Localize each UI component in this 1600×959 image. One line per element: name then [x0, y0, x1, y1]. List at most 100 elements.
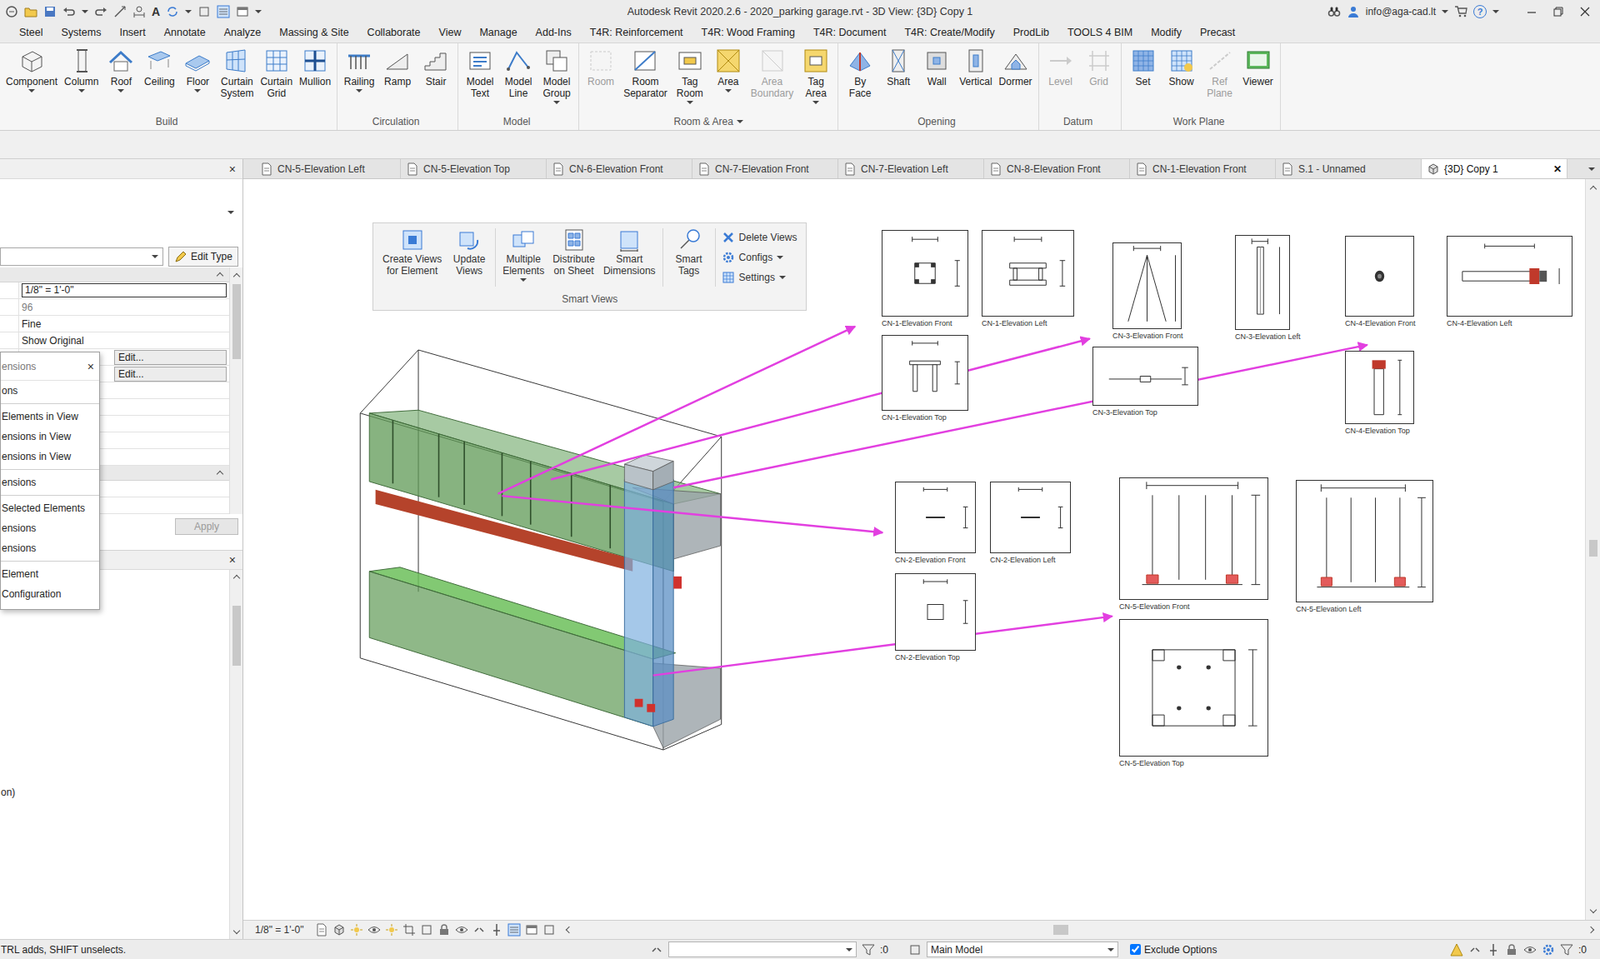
- ribbon-button[interactable]: Model Text: [460, 43, 500, 114]
- collapse-icon[interactable]: [216, 470, 224, 478]
- ribbon-button[interactable]: Room Separator: [620, 43, 671, 114]
- dropdown-arrow-icon[interactable]: [845, 948, 853, 952]
- dropdown-arrow-icon[interactable]: [520, 278, 527, 282]
- dropdown-arrow-icon[interactable]: [78, 89, 85, 93]
- user-account[interactable]: info@aga-cad.lt: [1365, 4, 1436, 20]
- ribbon-tab[interactable]: Collaborate: [358, 25, 430, 41]
- menu-item[interactable]: Elements in View: [0, 406, 100, 427]
- type-dropdown[interactable]: [0, 247, 164, 266]
- ribbon-tab[interactable]: Analyze: [215, 25, 270, 41]
- view-thumbnail[interactable]: [1345, 235, 1415, 317]
- ribbon-button[interactable]: Tag Area: [796, 43, 835, 114]
- ribbon-button[interactable]: Area: [709, 43, 748, 114]
- view-thumbnail[interactable]: [881, 230, 969, 317]
- ribbon-tab[interactable]: Steel: [10, 25, 53, 41]
- workset-dropdown[interactable]: [668, 941, 857, 958]
- view-thumbnail[interactable]: [1235, 235, 1290, 330]
- ribbon-button[interactable]: Ceiling: [140, 43, 179, 114]
- scroll-up-icon[interactable]: [1589, 185, 1596, 193]
- ribbon-tab[interactable]: Annotate: [155, 25, 215, 41]
- view-thumbnail[interactable]: [990, 481, 1071, 554]
- ribbon-tab[interactable]: ProdLib: [1004, 25, 1059, 41]
- dropdown-arrow-icon[interactable]: [355, 89, 363, 93]
- scroll-down-icon[interactable]: [1589, 906, 1596, 914]
- close-button[interactable]: ×: [229, 554, 236, 566]
- smart-view-button[interactable]: Distribute on Sheet: [548, 228, 600, 283]
- menu-item[interactable]: ensions: [0, 518, 100, 539]
- dropdown-arrow-icon[interactable]: [553, 100, 560, 105]
- collapse-icon[interactable]: [216, 272, 224, 280]
- view-thumbnail[interactable]: [1119, 619, 1269, 757]
- ribbon-button[interactable]: Model Line: [499, 43, 538, 114]
- scroll-thumb[interactable]: [1589, 540, 1598, 557]
- scroll-down-icon[interactable]: [232, 927, 240, 935]
- view-tab[interactable]: CN-6-Elevation Front: [546, 159, 693, 179]
- ribbon-tab[interactable]: Add-Ins: [526, 25, 581, 41]
- scroll-thumb[interactable]: [232, 284, 241, 360]
- scroll-thumb[interactable]: [1053, 925, 1069, 935]
- browser-item[interactable]: on): [0, 785, 230, 800]
- ribbon-tab[interactable]: T4R: Reinforcement: [580, 25, 693, 41]
- smart-view-button[interactable]: Smart Dimensions: [599, 228, 660, 283]
- tabs-menu-button[interactable]: [1583, 159, 1600, 179]
- ribbon-button[interactable]: Wall: [917, 43, 956, 114]
- dropdown-arrow-icon[interactable]: [736, 120, 744, 124]
- view-tab[interactable]: CN-7-Elevation Left: [838, 159, 985, 179]
- view-thumbnail[interactable]: [895, 481, 976, 554]
- dropdown-arrow-icon[interactable]: [1441, 10, 1449, 14]
- dropdown-arrow-icon[interactable]: [1492, 10, 1500, 14]
- ribbon-button[interactable]: Viewer: [1239, 43, 1278, 114]
- menu-item[interactable]: Element: [0, 564, 100, 585]
- dropdown-arrow-icon[interactable]: [194, 89, 201, 93]
- view-thumbnail[interactable]: [1112, 242, 1182, 330]
- design-option-dropdown[interactable]: Main Model: [926, 941, 1119, 958]
- exclude-options-check[interactable]: [1130, 944, 1141, 955]
- scroll-left-icon[interactable]: [565, 926, 572, 934]
- view-thumbnail[interactable]: [1119, 477, 1269, 600]
- ribbon-button[interactable]: Component: [2, 43, 61, 114]
- properties-scrollbar[interactable]: [229, 267, 243, 515]
- menu-item[interactable]: ensions: [0, 472, 100, 493]
- view-tab[interactable]: {3D} Copy 1✕: [1421, 159, 1568, 179]
- ribbon-button[interactable]: Roof: [101, 43, 140, 114]
- ribbon-tab[interactable]: Manage: [470, 25, 526, 41]
- ribbon-button[interactable]: By Face: [840, 43, 880, 114]
- menu-item[interactable]: ensions in View: [0, 426, 100, 447]
- smart-view-button[interactable]: Update Views: [445, 228, 493, 283]
- edit-button[interactable]: Edit...: [114, 366, 227, 382]
- ribbon-tab[interactable]: Insert: [110, 25, 155, 41]
- view-thumbnail[interactable]: [1092, 346, 1199, 406]
- help-button[interactable]: ?: [1473, 5, 1487, 19]
- type-selector-image[interactable]: [0, 179, 243, 246]
- menu-item[interactable]: ensions: [0, 538, 100, 559]
- group-header-row[interactable]: [0, 267, 230, 283]
- close-button[interactable]: ×: [87, 360, 95, 373]
- ribbon-button[interactable]: Vertical: [955, 43, 995, 114]
- property-input[interactable]: 1/8" = 1'-0": [21, 283, 227, 298]
- menu-item[interactable]: ensions in View: [0, 446, 100, 467]
- view-thumbnail[interactable]: [1446, 235, 1573, 317]
- menu-item[interactable]: Configuration: [0, 584, 100, 605]
- menu-item[interactable]: Selected Elements: [0, 498, 100, 519]
- ribbon-button[interactable]: Stair: [416, 43, 455, 114]
- scroll-right-icon[interactable]: [1587, 926, 1595, 934]
- view-thumbnail[interactable]: [895, 573, 976, 651]
- view-tab[interactable]: CN-1-Elevation Front: [1130, 159, 1276, 179]
- ribbon-button[interactable]: Column: [60, 43, 102, 114]
- view-scale[interactable]: 1/8" = 1'-0": [255, 922, 305, 938]
- view-tab[interactable]: CN-5-Elevation Left: [255, 159, 401, 179]
- smart-view-button[interactable]: Smart Tags: [665, 228, 713, 283]
- scroll-up-icon[interactable]: [232, 273, 240, 280]
- smart-view-option[interactable]: Delete Views: [721, 228, 802, 247]
- dropdown-arrow-icon[interactable]: [227, 210, 235, 215]
- ribbon-tab[interactable]: T4R: Wood Framing: [692, 25, 805, 41]
- smart-view-button[interactable]: Multiple Elements: [498, 228, 549, 283]
- ribbon-button[interactable]: Show: [1162, 43, 1201, 114]
- ribbon-tab[interactable]: TOOLS 4 BIM: [1058, 25, 1142, 41]
- ribbon-button[interactable]: Tag Room: [670, 43, 710, 114]
- scroll-up-icon[interactable]: [232, 575, 240, 582]
- drawing-canvas[interactable]: Create Views for ElementUpdate ViewsMult…: [243, 179, 1585, 920]
- dropdown-arrow-icon[interactable]: [1588, 167, 1595, 171]
- ribbon-button[interactable]: Floor: [178, 43, 217, 114]
- ribbon-tab[interactable]: Modify: [1141, 25, 1191, 41]
